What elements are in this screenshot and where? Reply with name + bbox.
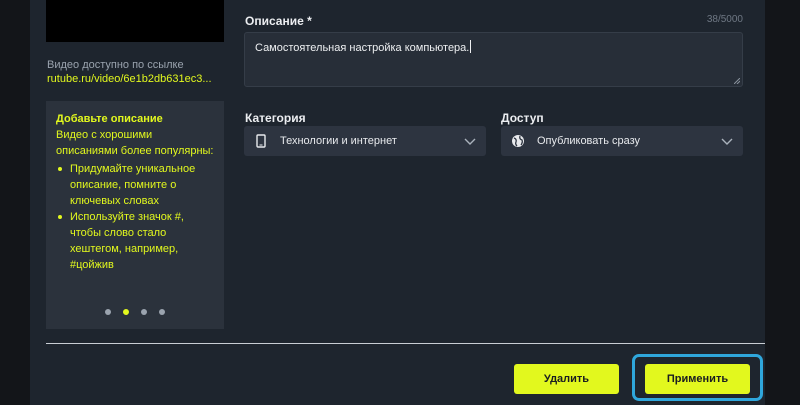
tips-list: Придумайте уникальное описание, помните … — [56, 161, 216, 273]
video-link[interactable]: rutube.ru/video/6e1b2db631ec3... — [47, 73, 225, 85]
apply-button[interactable]: Применить — [645, 364, 750, 394]
apply-highlight: Применить — [632, 354, 763, 401]
chevron-down-icon — [721, 138, 733, 145]
carousel-dot[interactable] — [141, 309, 147, 315]
footer-divider — [46, 343, 765, 344]
access-label: Доступ — [501, 111, 544, 125]
description-counter: 38/5000 — [706, 14, 743, 25]
text-caret — [470, 40, 472, 53]
tip-item: Используйте значок #, чтобы слово стало … — [56, 209, 216, 273]
category-label: Категория — [245, 111, 306, 125]
access-value: Опубликовать сразу — [537, 135, 641, 147]
description-label: Описание * — [245, 14, 312, 28]
description-textarea[interactable]: Самостоятельная настройка компьютера. — [244, 32, 743, 87]
carousel-dot[interactable] — [159, 309, 165, 315]
tips-title: Добавьте описание — [56, 113, 163, 125]
resize-handle-icon[interactable] — [734, 78, 740, 84]
tablet-icon — [256, 134, 266, 148]
tips-intro: Видео с хорошими описаниями более популя… — [56, 129, 214, 157]
access-select[interactable]: Опубликовать сразу — [501, 126, 743, 156]
category-value: Технологии и интернет — [280, 135, 397, 147]
description-value: Самостоятельная настройка компьютера. — [255, 42, 470, 54]
globe-icon — [512, 135, 524, 147]
carousel-dots — [46, 307, 224, 323]
availability-label: Видео доступно по ссылке — [47, 59, 184, 71]
tips-card: Добавьте описание Видео с хорошими описа… — [46, 101, 224, 329]
category-select[interactable]: Технологии и интернет — [244, 126, 486, 156]
carousel-dot[interactable] — [105, 309, 111, 315]
chevron-down-icon — [464, 138, 476, 145]
delete-button[interactable]: Удалить — [514, 364, 619, 394]
carousel-dot-active[interactable] — [123, 309, 129, 315]
video-thumbnail — [46, 0, 224, 42]
tip-item: Придумайте уникальное описание, помните … — [56, 161, 216, 209]
